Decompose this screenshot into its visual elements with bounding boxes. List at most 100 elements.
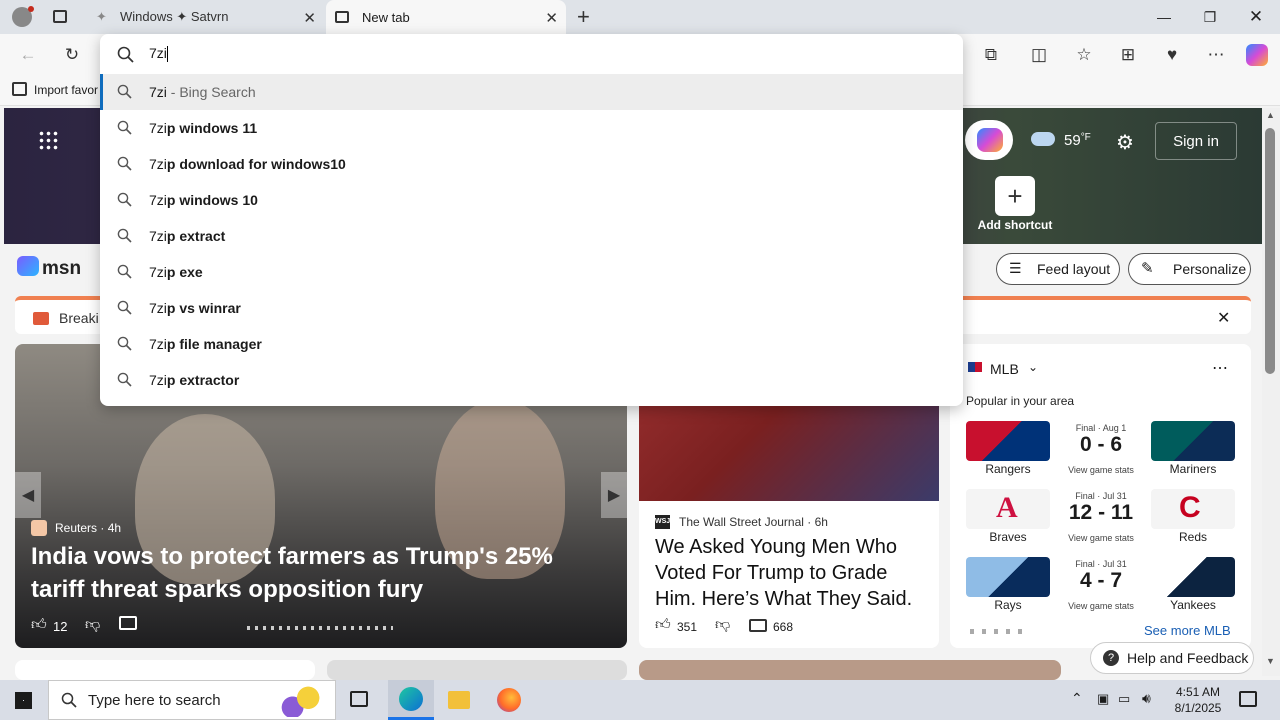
mariners-logo-icon: [1151, 421, 1235, 461]
tab-favicon-icon: ✦: [96, 9, 107, 24]
story-headline[interactable]: We Asked Young Men Who Voted For Trump t…: [655, 534, 927, 612]
windows-start-icon[interactable]: [15, 692, 32, 709]
close-tab-icon[interactable]: ✕: [303, 9, 316, 27]
suggestion-item[interactable]: 7zip windows 10: [100, 182, 963, 218]
prev-arrow-icon[interactable]: ◀: [15, 472, 41, 518]
carousel-indicator[interactable]: [247, 626, 393, 630]
volume-icon[interactable]: 🔊︎: [1142, 690, 1151, 707]
home-team: Rangers: [985, 462, 1031, 476]
search-icon: [117, 156, 132, 171]
story-card[interactable]: [327, 660, 627, 680]
add-shortcut-button[interactable]: +: [995, 176, 1035, 216]
dislike-icon[interactable]: 👎︎: [715, 616, 730, 634]
firefox-icon[interactable]: [497, 688, 521, 712]
mlb-title[interactable]: MLB: [990, 361, 1019, 377]
browser-essentials-icon[interactable]: ♥: [1161, 44, 1183, 66]
network-icon[interactable]: ▭: [1118, 691, 1130, 707]
carousel-dots[interactable]: [970, 629, 1022, 634]
edge-taskbar-icon[interactable]: [388, 680, 434, 720]
dislike-icon[interactable]: 👎︎: [85, 616, 100, 634]
game-status: Final · Aug 1: [1075, 423, 1127, 433]
restore-button[interactable]: ❐: [1187, 0, 1233, 34]
close-tab-icon[interactable]: ✕: [545, 9, 558, 27]
split-screen-icon[interactable]: ◫: [1028, 44, 1050, 66]
address-input[interactable]: 7zi: [149, 45, 929, 65]
game-stats-link[interactable]: View game stats: [1046, 533, 1156, 543]
extensions-icon[interactable]: ⧉: [980, 44, 1002, 66]
game-score: 12 - 11: [1068, 501, 1134, 524]
help-icon: ?: [1103, 650, 1119, 666]
suggestion-item[interactable]: 7zip vs winrar: [100, 290, 963, 326]
close-window-button[interactable]: ✕: [1233, 0, 1279, 34]
source-logo-icon: [31, 520, 47, 536]
settings-gear-icon[interactable]: ⚙: [1116, 130, 1134, 155]
scroll-down-icon[interactable]: ▼: [1266, 656, 1275, 666]
suggestion-item[interactable]: 7zip extract: [100, 218, 963, 254]
like-icon[interactable]: 👍︎: [31, 616, 47, 634]
story-headline[interactable]: India vows to protect farmers as Trump's…: [31, 540, 611, 606]
scroll-thumb[interactable]: [1265, 128, 1275, 374]
story-card[interactable]: [15, 660, 315, 680]
search-icon: [61, 692, 77, 708]
see-more-mlb-link[interactable]: See more MLB: [1144, 623, 1231, 638]
suggestion-item[interactable]: 7zip exe: [100, 254, 963, 290]
new-tab-button[interactable]: +: [577, 4, 590, 30]
story-card[interactable]: [639, 660, 1061, 680]
close-breaking-icon[interactable]: ✕: [1217, 308, 1230, 328]
weather-temp[interactable]: 59°F: [1064, 132, 1091, 149]
add-shortcut-label: Add shortcut: [977, 218, 1053, 232]
like-icon[interactable]: 👍︎: [655, 616, 671, 634]
suggestion-item[interactable]: 7zip extractor: [100, 362, 963, 398]
tab-actions-icon[interactable]: [53, 10, 67, 23]
search-icon: [117, 84, 132, 99]
tray-chevron-icon[interactable]: ⌃: [1071, 690, 1083, 707]
search-icon: [117, 192, 132, 207]
file-explorer-icon[interactable]: [448, 691, 470, 709]
task-view-icon[interactable]: [350, 691, 368, 707]
apps-launcher-icon[interactable]: [38, 130, 58, 150]
comment-icon[interactable]: [749, 619, 767, 632]
game-score: 4 - 7: [1079, 569, 1123, 592]
wsj-logo-icon: WSJ: [655, 515, 670, 529]
back-icon[interactable]: ←: [17, 44, 39, 66]
refresh-icon[interactable]: ↻: [61, 44, 83, 66]
suggestion-item[interactable]: 7zip file manager: [100, 326, 963, 362]
game-score: 0 - 6: [1079, 433, 1123, 456]
game-stats-link[interactable]: View game stats: [1046, 465, 1156, 475]
next-arrow-icon[interactable]: ▶: [601, 472, 627, 518]
feed-layout-button[interactable]: ☰ Feed layout: [996, 253, 1120, 285]
import-favorites-link[interactable]: Import favor: [34, 83, 98, 97]
new-tab-favicon-icon: [335, 11, 349, 23]
more-options-icon[interactable]: ⋯: [1212, 358, 1228, 378]
scroll-up-icon[interactable]: ▲: [1266, 110, 1275, 120]
comment-icon[interactable]: [119, 616, 137, 630]
msn-logo[interactable]: msn: [42, 258, 81, 280]
game-stats-link[interactable]: View game stats: [1046, 601, 1156, 611]
copilot-icon[interactable]: [1246, 44, 1268, 66]
tab-new-tab[interactable]: New tab ✕: [326, 0, 566, 34]
clock[interactable]: 4:51 AM 8/1/2025: [1166, 684, 1230, 716]
help-feedback-button[interactable]: ? Help and Feedback: [1090, 642, 1254, 674]
taskbar-search[interactable]: Type here to search: [48, 680, 336, 720]
suggestion-item[interactable]: 7zip download for windows10: [100, 146, 963, 182]
favorites-icon[interactable]: ☆: [1073, 44, 1095, 66]
suggestion-bing-search[interactable]: 7zi - Bing Search: [100, 74, 963, 110]
minimize-button[interactable]: —: [1141, 0, 1187, 34]
personalize-button[interactable]: ✎ Personalize: [1128, 253, 1251, 285]
tab-satvrn[interactable]: ✦ Windows ✦ Satvrn ✕: [88, 0, 324, 34]
tray-device-icon[interactable]: ▣: [1097, 691, 1109, 707]
scrollbar[interactable]: ▲ ▼: [1262, 108, 1280, 676]
notifications-icon[interactable]: [1239, 691, 1257, 707]
search-icon: [117, 46, 134, 63]
comment-count: 668: [773, 620, 794, 634]
chevron-down-icon[interactable]: ⌄: [1028, 360, 1038, 374]
more-menu-icon[interactable]: ⋯: [1205, 44, 1227, 66]
suggestion-item[interactable]: 7zip windows 11: [100, 110, 963, 146]
game-row[interactable]: Rays Final · Jul 31 4 - 7 View game stat…: [966, 557, 1236, 617]
game-row[interactable]: Rangers Final · Aug 1 0 - 6 View game st…: [966, 421, 1236, 481]
like-count: 12: [53, 619, 68, 634]
sign-in-button[interactable]: Sign in: [1155, 122, 1237, 160]
collections-icon[interactable]: ⊞: [1117, 44, 1139, 66]
game-row[interactable]: A Braves Final · Jul 31 12 - 11 View gam…: [966, 489, 1236, 549]
import-icon: [12, 82, 27, 96]
